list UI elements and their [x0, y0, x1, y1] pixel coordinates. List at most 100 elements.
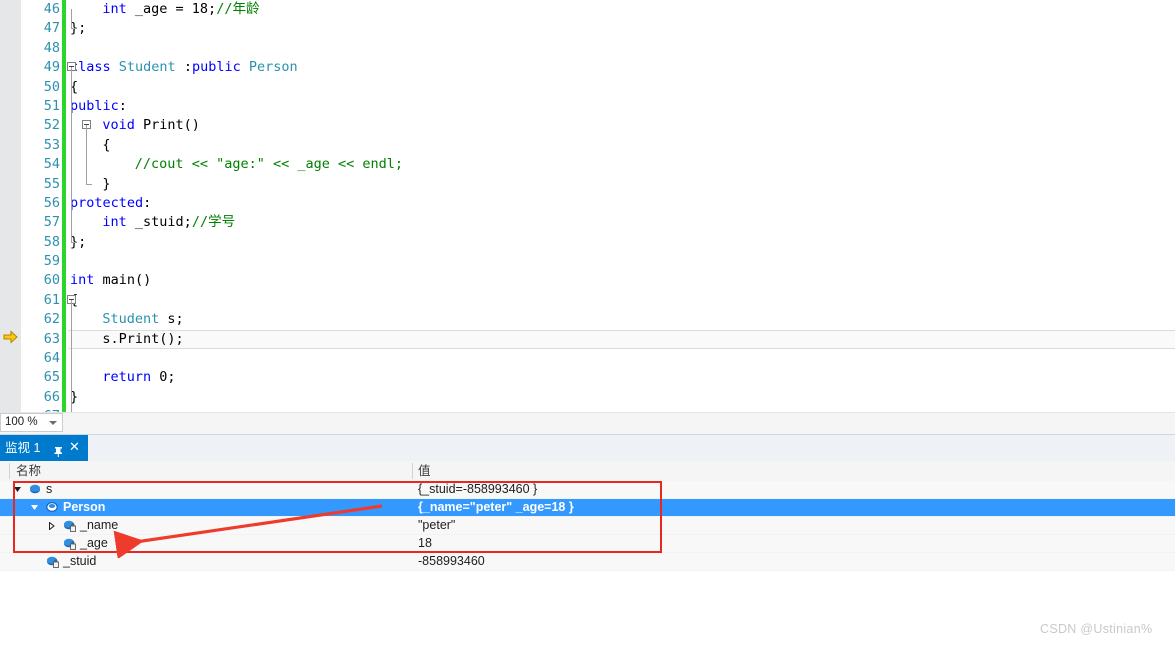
column-header-value[interactable]: 值: [418, 462, 431, 481]
code-line[interactable]: 59: [0, 252, 1175, 272]
code-line[interactable]: 46 int _age = 18;//年龄: [0, 0, 1175, 20]
code-line[interactable]: 61{: [0, 290, 1175, 311]
outline-guide-line: [71, 300, 72, 412]
change-indicator-bar: [62, 19, 66, 39]
watch-variables-grid[interactable]: s {_stuid=-858993460 } Person {_name="peter…: [0, 481, 1175, 601]
code-line[interactable]: 58};: [0, 232, 1175, 253]
code-line[interactable]: 54 //cout << "age:" << _age << endl;: [0, 155, 1175, 175]
code-line[interactable]: 66}: [0, 387, 1175, 408]
close-icon[interactable]: ✕: [68, 441, 81, 454]
code-editor[interactable]: 46 int _age = 18;//年龄 47}; 48 49 class Studen…: [0, 0, 1175, 412]
change-indicator-bar: [62, 252, 66, 272]
watch-variable-value[interactable]: {_name="peter" _age=18 }: [418, 499, 574, 516]
watch-variable-name[interactable]: _stuid: [63, 553, 96, 570]
code-text: Student s;: [102, 310, 183, 329]
outline-guide-end: [86, 183, 92, 185]
code-token: int: [102, 1, 127, 17]
data-object-icon: [29, 484, 42, 496]
outline-guide-line: [86, 125, 87, 184]
code-token: return: [102, 369, 152, 386]
line-number: 61: [43, 291, 60, 308]
chevron-down-icon[interactable]: [14, 486, 22, 494]
change-indicator-bar: [62, 77, 66, 97]
watch-variable-name[interactable]: s: [46, 481, 52, 498]
watch-row[interactable]: _stuid -858993460: [0, 553, 1175, 571]
code-line[interactable]: 49 class Student :public Person: [0, 58, 1175, 78]
code-line[interactable]: 65 return 0;: [0, 368, 1175, 388]
watch-tab-bar: 监视 1 ✕: [0, 435, 1175, 461]
line-number: 54: [43, 156, 60, 173]
code-text: int _age = 18;//年龄: [102, 0, 259, 19]
watch-variable-name[interactable]: Person: [63, 499, 105, 516]
watermark: CSDN @Ustinian%: [1040, 622, 1153, 636]
watch-row[interactable]: _name "peter": [0, 517, 1175, 535]
watch-panel[interactable]: 监视 1 ✕ 名称 值 s {_stuid=-858993460 } Person {…: [0, 434, 1175, 645]
line-number: 66: [43, 388, 60, 405]
line-number: 50: [43, 78, 60, 95]
code-token: _stuid;: [126, 214, 192, 231]
watch-variable-value[interactable]: "peter": [418, 517, 455, 534]
code-text: //cout << "age:" << _age << endl;: [135, 155, 403, 174]
column-header-name[interactable]: 名称: [16, 462, 41, 481]
change-indicator-bar: [62, 213, 66, 233]
chevron-right-icon[interactable]: [48, 522, 56, 530]
code-line[interactable]: 62 Student s;: [0, 310, 1175, 330]
change-indicator-bar: [62, 58, 66, 78]
code-token: //年龄: [216, 1, 260, 17]
code-line[interactable]: 56 protected:: [0, 193, 1175, 214]
code-token: }: [102, 175, 111, 192]
column-divider[interactable]: [412, 463, 413, 479]
code-text: return 0;: [102, 368, 175, 387]
code-line[interactable]: 60 int main(): [0, 271, 1175, 291]
change-indicator-bar: [62, 349, 66, 369]
line-number: 63: [43, 330, 60, 347]
watch-variable-value[interactable]: -858993460: [418, 553, 485, 570]
change-indicator-bar: [62, 271, 66, 291]
code-token: :: [143, 194, 152, 211]
watch-tab-label: 监视 1: [5, 441, 41, 455]
watch-variable-value[interactable]: {_stuid=-858993460 }: [418, 481, 537, 498]
change-indicator-bar: [62, 96, 66, 117]
code-line[interactable]: 57 int _stuid;//学号: [0, 213, 1175, 233]
watch-row[interactable]: Person {_name="peter" _age=18 }: [0, 499, 1175, 517]
code-token: main(): [94, 272, 152, 289]
line-number: 46: [43, 1, 60, 17]
change-indicator-bar: [62, 290, 66, 311]
chevron-down-icon[interactable]: [31, 504, 39, 512]
change-indicator-bar: [62, 135, 66, 156]
watch-row[interactable]: _age 18: [0, 535, 1175, 553]
watch-row[interactable]: s {_stuid=-858993460 }: [0, 481, 1175, 499]
code-line[interactable]: 64: [0, 349, 1175, 369]
line-number: 56: [43, 194, 60, 211]
change-indicator-bar: [62, 116, 66, 136]
code-line[interactable]: 55}: [0, 174, 1175, 194]
code-line[interactable]: 50{: [0, 77, 1175, 97]
code-line[interactable]: 47};: [0, 19, 1175, 39]
vs-debugger-screenshot: 46 int _age = 18;//年龄 47}; 48 49 class Studen…: [0, 0, 1175, 645]
code-line[interactable]: 48: [0, 38, 1175, 59]
code-token: :: [175, 59, 192, 76]
column-divider-left[interactable]: [9, 463, 10, 479]
code-text: int _stuid;//学号: [102, 213, 235, 232]
change-indicator-bar: [62, 155, 66, 175]
change-indicator-bar: [62, 329, 66, 350]
zoom-level-dropdown[interactable]: 100 %: [0, 413, 63, 432]
line-number: 60: [43, 272, 60, 289]
tab-watch-1[interactable]: 监视 1 ✕: [0, 435, 88, 461]
code-line[interactable]: 63 s.Print();: [0, 329, 1175, 350]
pin-icon[interactable]: [52, 441, 65, 457]
watch-variable-name[interactable]: _name: [80, 517, 118, 534]
chevron-down-icon[interactable]: [49, 421, 57, 425]
watch-variable-name[interactable]: _age: [80, 535, 108, 552]
code-text: protected:: [70, 194, 151, 213]
watch-variable-value[interactable]: 18: [418, 535, 432, 552]
code-line[interactable]: 51 public:: [0, 96, 1175, 117]
outline-guide-end: [71, 28, 77, 30]
code-line[interactable]: 53 {: [0, 135, 1175, 156]
line-number: 47: [43, 20, 60, 37]
code-line[interactable]: 52 void Print(): [0, 116, 1175, 136]
execution-pointer-icon: [3, 330, 18, 344]
line-number: 62: [43, 311, 60, 328]
code-lines-container: 46 int _age = 18;//年龄 47}; 48 49 class Studen…: [0, 0, 1175, 412]
base-class-icon: [46, 502, 59, 514]
